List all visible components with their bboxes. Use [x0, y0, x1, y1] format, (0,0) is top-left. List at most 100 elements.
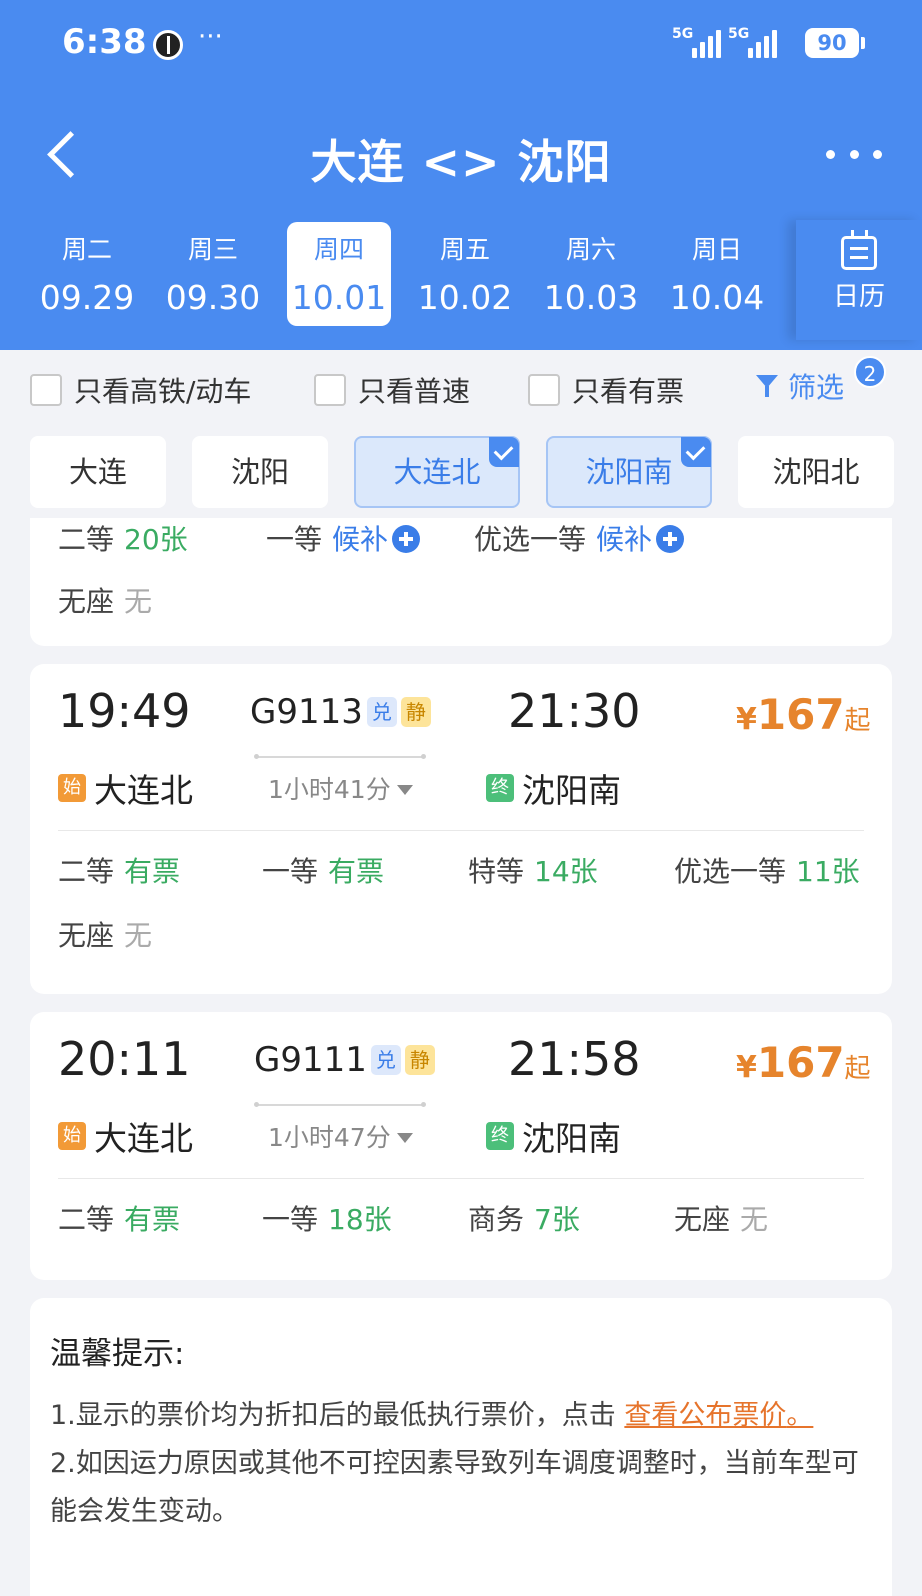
station-chip-label: 大连北 — [393, 455, 481, 489]
calendar-label: 日历 — [832, 282, 885, 312]
tips-line-2: 2.如因运力原因或其他不可控因素导致列车调度调整时，当前车型可能会发生变动。 — [50, 1448, 859, 1527]
date-tab-selected[interactable]: 周四 10.01 — [287, 222, 391, 326]
from-station-name: 大连北 — [94, 771, 193, 810]
signal-icon — [692, 30, 721, 58]
status-more-dots: ··· — [198, 22, 223, 52]
station-chip[interactable]: 沈阳北 — [738, 436, 894, 508]
divider — [58, 1178, 864, 1179]
quiet-tag: 静 — [400, 697, 431, 727]
checkbox-label: 只看普速 — [358, 375, 471, 408]
quiet-tag: 静 — [404, 1045, 435, 1075]
chevron-down-icon — [396, 785, 413, 795]
seat-availability: 无 — [124, 919, 153, 952]
station-chip-label: 沈阳南 — [585, 455, 673, 489]
exchange-tag: 兑 — [370, 1045, 401, 1075]
seat-info: 二等 有票 — [58, 850, 180, 890]
price-symbol: ¥ — [736, 702, 757, 737]
station-chip[interactable]: 沈阳 — [192, 436, 328, 508]
price: ¥167起 — [736, 1038, 871, 1087]
seat-info: 无座无 — [674, 1198, 768, 1238]
train-card[interactable]: 20:11 G9111 兑静 21:58 ¥167起 始大连北 1小时47分 终沈… — [30, 1012, 892, 1280]
duration[interactable]: 1小时47分 — [268, 1118, 413, 1154]
seat-availability: 无 — [740, 1203, 769, 1236]
price-value: 167 — [756, 690, 845, 739]
duration-text: 1小时47分 — [268, 1123, 391, 1152]
terminal-tag: 终 — [486, 774, 514, 802]
seat-info: 无座无 — [58, 914, 152, 954]
checkbox-label: 只看有票 — [572, 375, 685, 408]
only-highspeed-checkbox[interactable]: 只看高铁/动车 — [30, 370, 251, 410]
train-number: G9113 兑静 — [250, 692, 431, 732]
seat-name: 优选一等 — [674, 855, 787, 888]
chevron-down-icon — [396, 1133, 413, 1143]
price: ¥167起 — [736, 690, 871, 739]
date-tab[interactable]: 周二 09.29 — [35, 222, 139, 326]
seat-info: 无座无 — [58, 580, 152, 620]
train-number: G9111 兑静 — [254, 1040, 435, 1080]
only-available-checkbox[interactable]: 只看有票 — [528, 370, 684, 410]
station-chip[interactable]: 大连 — [30, 436, 166, 508]
date-tab[interactable]: 周五 10.02 — [413, 222, 517, 326]
calendar-icon — [841, 230, 877, 270]
seat-info: 优选一等 候补 — [474, 518, 685, 558]
seat-info: 二等 20张 — [58, 518, 188, 558]
station-chip-label: 沈阳 — [230, 455, 289, 489]
date-weekday: 周六 — [565, 235, 616, 264]
seat-info: 一等 候补 — [266, 518, 421, 558]
to-station-name: 沈阳南 — [522, 771, 621, 810]
tips-panel: 温馨提示: 1.显示的票价均为折扣后的最低执行票价，点击 查看公布票价。 2.如… — [30, 1298, 892, 1596]
to-station: 终沈阳南 — [486, 1112, 621, 1160]
depart-time: 19:49 — [58, 684, 191, 738]
seat-name: 无座 — [58, 585, 115, 618]
seat-name: 无座 — [58, 919, 115, 952]
seat-availability: 无 — [124, 585, 153, 618]
price-symbol: ¥ — [736, 1050, 757, 1085]
date-value: 10.04 — [669, 278, 765, 317]
checkbox-icon — [528, 374, 560, 406]
seat-info: 一等 有票 — [262, 850, 384, 890]
more-options-icon[interactable] — [826, 150, 882, 164]
date-value: 09.30 — [165, 278, 261, 317]
tips-title: 温馨提示: — [50, 1336, 185, 1372]
seat-name: 二等 — [58, 855, 115, 888]
duration[interactable]: 1小时41分 — [268, 770, 413, 806]
station-chip-selected[interactable]: 沈阳南 — [546, 436, 712, 508]
calendar-button[interactable]: 日历 — [796, 220, 922, 340]
battery-icon: 90 — [805, 28, 865, 58]
train-card-partial[interactable]: 二等 20张 一等 候补 优选一等 候补 无座无 — [30, 518, 892, 646]
station-chip-selected[interactable]: 大连北 — [354, 436, 520, 508]
price-suffix: 起 — [844, 1054, 871, 1084]
seat-name: 特等 — [468, 855, 525, 888]
seat-availability: 7张 — [534, 1203, 580, 1236]
seat-availability: 有票 — [124, 1203, 181, 1236]
origin-tag: 始 — [58, 1122, 86, 1150]
seat-availability: 有票 — [328, 855, 385, 888]
tips-text: 1.显示的票价均为折扣后的最低执行票价，点击 — [50, 1400, 616, 1431]
date-value: 09.29 — [39, 278, 135, 317]
date-tab[interactable]: 周六 10.03 — [539, 222, 643, 326]
filter-button[interactable]: 筛选 — [756, 366, 844, 406]
seat-name: 二等 — [58, 1203, 115, 1236]
duration-text: 1小时41分 — [268, 775, 391, 804]
add-waitlist-icon[interactable] — [656, 525, 685, 553]
status-time: 6:38 — [62, 22, 147, 62]
view-published-fare-link[interactable]: 查看公布票价 — [624, 1400, 786, 1431]
seat-info: 特等 14张 — [468, 850, 598, 890]
from-station-name: 大连北 — [94, 1119, 193, 1158]
date-value: 10.01 — [291, 278, 387, 317]
price-suffix: 起 — [844, 706, 871, 736]
date-tab[interactable]: 周日 10.04 — [665, 222, 769, 326]
date-tab[interactable]: 周三 09.30 — [161, 222, 265, 326]
seat-name: 商务 — [468, 1203, 525, 1236]
filter-row: 只看高铁/动车 只看普速 只看有票 筛选 — [0, 350, 922, 420]
train-card[interactable]: 19:49 G9113 兑静 21:30 ¥167起 始大连北 1小时41分 终沈… — [30, 664, 892, 994]
only-normal-checkbox[interactable]: 只看普速 — [314, 370, 470, 410]
add-waitlist-icon[interactable] — [392, 525, 421, 553]
arrive-time: 21:58 — [508, 1032, 641, 1086]
page-title: 大连 <> 沈阳 — [310, 135, 612, 189]
station-chip-label: 大连 — [68, 455, 127, 489]
to-station-name: 沈阳南 — [522, 1119, 621, 1158]
train-number-text: G9111 — [254, 1040, 367, 1080]
seat-name: 一等 — [262, 855, 319, 888]
seat-name: 一等 — [266, 523, 323, 556]
